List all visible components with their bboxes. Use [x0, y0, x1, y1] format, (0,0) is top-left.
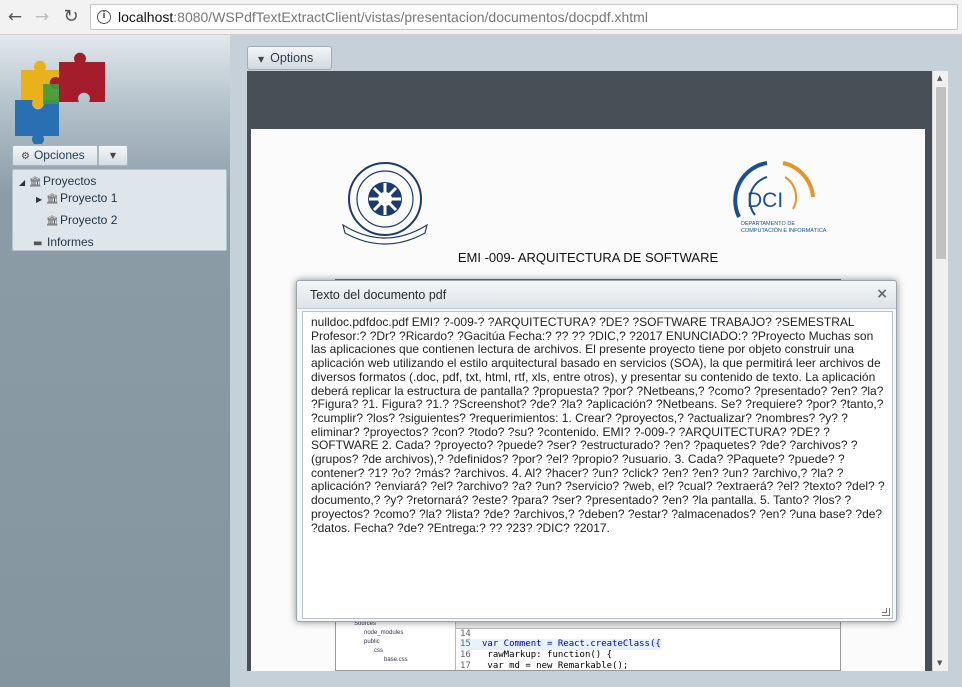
- puzzle-logo-icon: [15, 52, 105, 144]
- options-button[interactable]: ▼ Options: [247, 46, 332, 70]
- options-label: Options: [270, 51, 314, 65]
- dci-logo-icon: DCI DEPARTAMENTO DE COMPUTACIÓN E INFORM…: [733, 161, 827, 234]
- code-text: rawMarkup: function() {: [482, 650, 613, 660]
- scroll-down-icon[interactable]: ▼: [937, 659, 942, 667]
- url-text[interactable]: localhost:8080/WSPdfTextExtractClient/vi…: [118, 9, 648, 25]
- tree-node-label: Proyecto 1: [60, 191, 118, 205]
- back-icon[interactable]: ←: [4, 6, 26, 28]
- dci-logo-text: DCI: [747, 189, 783, 212]
- left-sidebar: ⚙ Opciones ▼ ◢ 🏛Proyectos ▶ 🏛Proyecto 1 🏛Pr…: [0, 35, 230, 687]
- chevron-down-icon: ▼: [258, 55, 265, 64]
- tree-node-informes[interactable]: ▬ Informes: [33, 233, 94, 251]
- pdf-scrollbar[interactable]: ▲ ▼: [932, 71, 948, 671]
- tree-node-proyectos[interactable]: ◢ 🏛Proyectos: [19, 172, 96, 190]
- tree-node-proyecto-1[interactable]: ▶ 🏛Proyecto 1: [36, 189, 117, 207]
- reload-icon[interactable]: ↻: [60, 6, 82, 28]
- collapse-toggle-icon[interactable]: ▶: [36, 191, 46, 209]
- opciones-button[interactable]: ⚙ Opciones: [12, 145, 98, 166]
- pdf-text-dialog: Texto del documento pdf × nulldoc.pdfdoc…: [296, 280, 897, 622]
- netbeans-screenshot: Sources node_modules public css base.css…: [335, 619, 841, 671]
- code-line: 17 var md = new Remarkable();: [460, 661, 629, 671]
- tree-node-label: Proyectos: [43, 174, 97, 188]
- expand-toggle-icon[interactable]: ◢: [19, 174, 29, 192]
- line-number: 15: [460, 639, 471, 649]
- address-bar[interactable]: i localhost:8080/WSPdfTextExtractClient/…: [90, 4, 958, 30]
- file-tree: Sources node_modules public css base.css: [336, 620, 456, 670]
- university-seal-icon: [342, 162, 428, 245]
- code-line: 15 var Comment = React.createClass({: [460, 639, 661, 650]
- pdf-extracted-text: nulldoc.pdfdoc.pdf EMI? ?-009-? ?ARQUITE…: [311, 315, 885, 535]
- dci-logo-subtitle-2: COMPUTACIÓN E INFORMÁTICA: [741, 227, 827, 234]
- pdf-heading: EMI -009- ARQUITECTURA DE SOFTWARE: [457, 250, 719, 265]
- file-tree-item: public: [364, 639, 380, 645]
- tree-node-label: Informes: [47, 235, 94, 249]
- gear-icon: ⚙: [21, 151, 30, 162]
- line-number: 17: [460, 661, 471, 671]
- dialog-titlebar[interactable]: Texto del documento pdf ×: [297, 281, 896, 309]
- file-tree-item: node_modules: [364, 630, 404, 636]
- dci-logo-subtitle-1: DEPARTAMENTO DE: [741, 221, 795, 227]
- project-icon: 🏛: [46, 216, 59, 227]
- code-line: 16 rawMarkup: function() {: [460, 650, 612, 661]
- dialog-title: Texto del documento pdf: [310, 288, 447, 302]
- opciones-label: Opciones: [33, 148, 85, 162]
- url-path: :8080/WSPdfTextExtractClient/vistas/pres…: [173, 9, 648, 25]
- opciones-dropdown-button[interactable]: ▼: [98, 145, 128, 166]
- code-text: var md = new Remarkable();: [482, 661, 629, 671]
- file-tree-item: css: [374, 648, 383, 654]
- tree-node-label: Proyecto 2: [60, 213, 118, 227]
- browser-toolbar: ← → ↻ i localhost:8080/WSPdfTextExtractC…: [0, 0, 962, 35]
- scroll-up-icon[interactable]: ▲: [937, 74, 942, 82]
- chevron-down-icon: ▼: [109, 151, 117, 160]
- folder-icon: ▬: [33, 238, 43, 249]
- tree-node-proyecto-2[interactable]: 🏛Proyecto 2: [36, 211, 117, 229]
- url-host: localhost: [118, 9, 174, 25]
- file-tree-item: base.css: [384, 657, 408, 663]
- code-text: var Comment = React.createClass({: [482, 639, 661, 649]
- forward-icon[interactable]: →: [31, 6, 53, 28]
- resize-grip-icon[interactable]: [882, 608, 890, 616]
- info-icon[interactable]: i: [97, 10, 111, 24]
- project-tree: ◢ 🏛Proyectos ▶ 🏛Proyecto 1 🏛Proyecto 2 ▬ In…: [12, 169, 227, 251]
- project-icon: 🏛: [46, 194, 59, 205]
- pdf-text-area[interactable]: nulldoc.pdfdoc.pdf EMI? ?-009-? ?ARQUITE…: [302, 311, 893, 619]
- close-icon[interactable]: ×: [876, 286, 888, 302]
- scrollbar-thumb[interactable]: [936, 87, 946, 259]
- line-number: 16: [460, 650, 471, 660]
